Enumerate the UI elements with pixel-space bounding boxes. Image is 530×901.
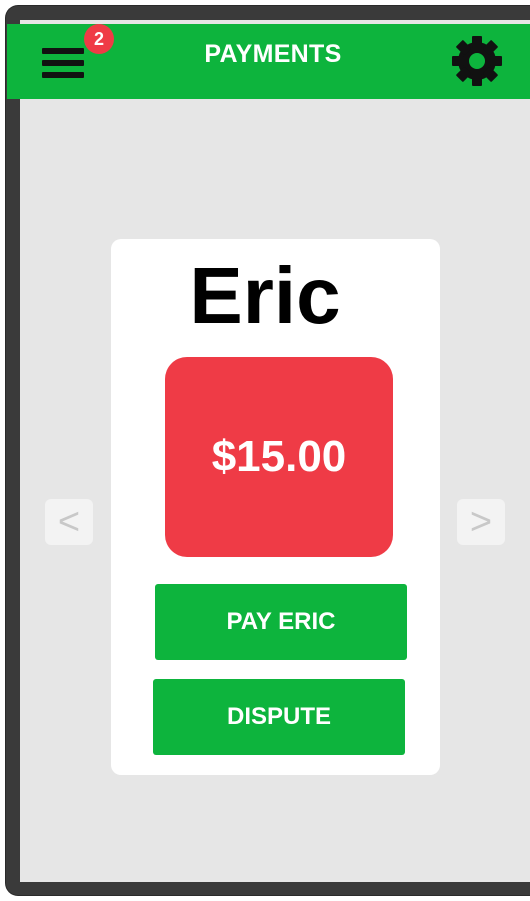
hamburger-menu-icon — [42, 48, 84, 54]
next-arrow-button[interactable]: > — [457, 499, 505, 545]
chevron-left-icon: < — [57, 500, 81, 543]
settings-button[interactable] — [448, 32, 506, 90]
menu-button[interactable] — [40, 39, 86, 85]
hamburger-menu-icon — [42, 60, 84, 66]
amount-due: $15.00 — [211, 432, 347, 481]
notification-badge: 2 — [84, 24, 114, 54]
hamburger-menu-icon — [42, 72, 84, 78]
previous-arrow-button[interactable]: < — [45, 499, 93, 545]
gear-icon — [452, 36, 502, 86]
amount-due-box: $15.00 — [165, 357, 393, 557]
chevron-right-icon: > — [469, 500, 493, 543]
page-title: PAYMENTS — [204, 40, 342, 68]
payee-name-text: Eric — [189, 251, 341, 340]
payee-name: Eric — [100, 256, 430, 336]
dispute-button[interactable]: DISPUTE — [153, 679, 405, 755]
pay-button[interactable]: PAY ERIC — [155, 584, 407, 660]
